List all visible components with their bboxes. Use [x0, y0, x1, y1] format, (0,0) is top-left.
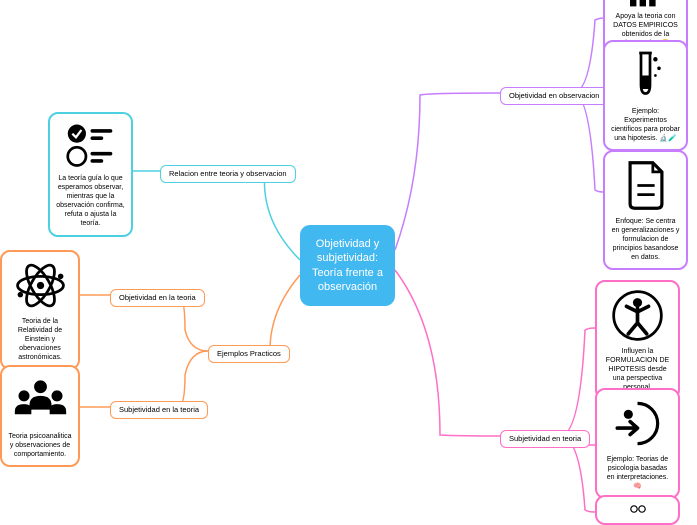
partial-icon	[618, 503, 658, 513]
obj-teoria-card[interactable]: Teoria de la Relatividad de Einstein y o…	[0, 250, 80, 370]
subj-teo-card1[interactable]: Influyen la FORMULACION DE HIPOTESIS des…	[595, 280, 680, 400]
subj-teoria-card-text: Teoria psicoanalitica y observaciones de…	[8, 432, 72, 459]
center-text: Objetividad y subjetividad: Teoría frent…	[308, 237, 387, 294]
obj-teoria-label-text: Objetividad en la teoria	[119, 293, 196, 303]
obj-obs-label-text: Objetividad en observacion	[509, 91, 599, 101]
obj-obs-card3[interactable]: Enfoque: Se centra en generalizaciones y…	[603, 150, 688, 270]
subj-teo-label-text: Subjetividad en teoria	[509, 434, 581, 444]
subj-teoria-label[interactable]: Subjetividad en la teoria	[110, 401, 208, 419]
center-node[interactable]: Objetividad y subjetividad: Teoría frent…	[300, 225, 395, 306]
person-icon	[610, 288, 665, 343]
obj-obs-card2-text: Ejemplo: Experimentos cientificos para p…	[611, 107, 680, 143]
relacion-label[interactable]: Relacion entre teoria y observacion	[160, 165, 296, 183]
ejemplos-label-text: Ejemplos Practicos	[217, 349, 281, 359]
relacion-card-text: La teoría guía lo que esperamos observar…	[56, 174, 125, 229]
obj-teoria-label[interactable]: Objetividad en la teoria	[110, 289, 205, 307]
relacion-label-text: Relacion entre teoria y observacion	[169, 169, 287, 179]
testtube-icon	[623, 48, 668, 103]
subj-teoria-card[interactable]: Teoria psicoanalitica y observaciones de…	[0, 365, 80, 467]
subj-teo-card3[interactable]	[595, 495, 680, 525]
document-icon	[621, 158, 671, 213]
checklist-icon	[63, 120, 118, 170]
obj-obs-card2[interactable]: Ejemplo: Experimentos cientificos para p…	[603, 40, 688, 151]
atom-icon	[13, 258, 68, 313]
obj-obs-label[interactable]: Objetividad en observacion	[500, 87, 608, 105]
enter-icon	[610, 396, 665, 451]
subj-teo-card2-text: Ejemplo: Teorias de psicologia basadas e…	[603, 455, 672, 491]
obj-obs-card3-text: Enfoque: Se centra en generalizaciones y…	[611, 217, 680, 262]
ejemplos-label[interactable]: Ejemplos Practicos	[208, 345, 290, 363]
subj-teo-card2[interactable]: Ejemplo: Teorias de psicologia basadas e…	[595, 388, 680, 499]
data-icon	[626, 0, 666, 8]
subj-teo-card1-text: Influyen la FORMULACION DE HIPOTESIS des…	[603, 347, 672, 392]
obj-teoria-card-text: Teoria de la Relatividad de Einstein y o…	[8, 317, 72, 362]
subj-teoria-label-text: Subjetividad en la teoria	[119, 405, 199, 415]
relacion-card[interactable]: La teoría guía lo que esperamos observar…	[48, 112, 133, 237]
subj-teo-label[interactable]: Subjetividad en teoria	[500, 430, 590, 448]
group-icon	[13, 373, 68, 428]
